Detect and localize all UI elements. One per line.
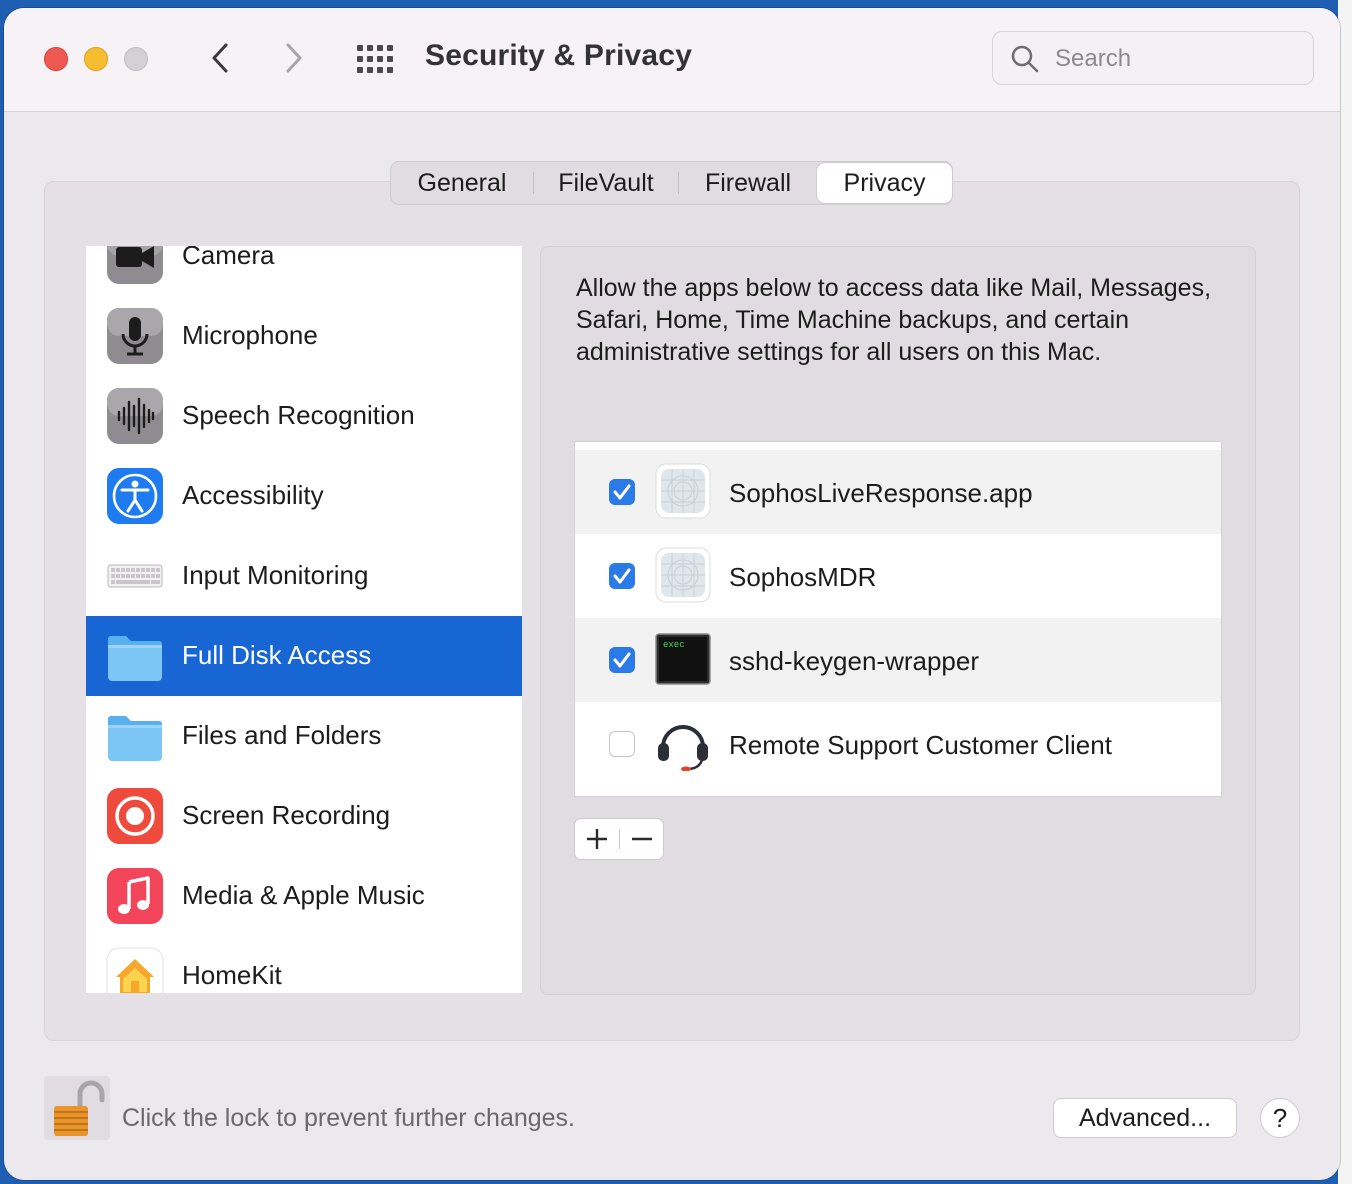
help-button[interactable]: ? xyxy=(1260,1098,1300,1138)
permission-description: Allow the apps below to access data like… xyxy=(576,274,1212,366)
minimize-button[interactable] xyxy=(84,47,108,71)
checkmark-icon xyxy=(613,484,631,500)
grid-icon xyxy=(357,45,393,73)
sidebar-item-media-apple-music[interactable]: Media & Apple Music xyxy=(86,856,522,936)
privacy-category-list[interactable]: Camera Microphone Speech Recognition Acc… xyxy=(86,246,522,993)
lock-status-text: Click the lock to prevent further change… xyxy=(122,1104,576,1132)
app-row-sophos-live-response[interactable]: SophosLiveResponse.app xyxy=(575,450,1221,534)
sidebar-item-full-disk-access[interactable]: Full Disk Access xyxy=(86,616,522,696)
app-checkbox[interactable] xyxy=(609,731,635,757)
terminal-exec-icon: exec xyxy=(655,633,711,685)
sidebar-item-label: Files and Folders xyxy=(182,720,382,750)
tab-bar: General FileVault Firewall Privacy xyxy=(390,161,953,205)
sidebar-item-label: Speech Recognition xyxy=(182,400,415,430)
headset-icon xyxy=(658,725,708,771)
app-name: sshd-keygen-wrapper xyxy=(729,646,980,676)
folder-icon xyxy=(108,716,162,761)
app-checkbox[interactable] xyxy=(609,647,635,673)
screen-recording-icon xyxy=(107,788,163,844)
sidebar-item-camera[interactable]: Camera xyxy=(86,246,522,296)
security-privacy-window: Security & Privacy General FileVault Fir… xyxy=(4,8,1340,1180)
sidebar-item-screen-recording[interactable]: Screen Recording xyxy=(86,776,522,856)
add-remove-control xyxy=(574,818,664,860)
tab-filevault[interactable]: FileVault xyxy=(534,163,678,203)
sidebar-item-label: Microphone xyxy=(182,320,318,350)
minus-icon xyxy=(632,837,652,841)
plus-icon xyxy=(587,829,607,849)
app-list[interactable]: SophosLiveResponse.app SophosMDR exec ss… xyxy=(574,441,1222,797)
show-all-button[interactable] xyxy=(356,44,394,74)
tab-privacy[interactable]: Privacy xyxy=(817,163,952,203)
tab-firewall[interactable]: Firewall xyxy=(679,163,817,203)
app-checkbox[interactable] xyxy=(609,563,635,589)
sidebar-item-accessibility[interactable]: Accessibility xyxy=(86,456,522,536)
sidebar-item-microphone[interactable]: Microphone xyxy=(86,296,522,376)
home-icon xyxy=(106,947,164,993)
sidebar-item-label: HomeKit xyxy=(182,960,282,990)
generic-app-icon xyxy=(655,547,711,603)
sidebar-item-input-monitoring[interactable]: Input Monitoring xyxy=(86,536,522,616)
title-bar: Security & Privacy xyxy=(4,8,1340,112)
back-button[interactable] xyxy=(200,38,240,78)
sidebar-item-files-and-folders[interactable]: Files and Folders xyxy=(86,696,522,776)
chevron-right-icon xyxy=(286,43,302,73)
sidebar-item-label: Input Monitoring xyxy=(182,560,369,590)
sidebar-item-speech-recognition[interactable]: Speech Recognition xyxy=(86,376,522,456)
microphone-icon xyxy=(107,308,163,364)
music-note-icon xyxy=(107,868,163,924)
background-window xyxy=(1338,0,1352,1184)
advanced-button[interactable]: Advanced... xyxy=(1053,1098,1237,1138)
sidebar-item-label: Media & Apple Music xyxy=(182,880,425,910)
sidebar-item-label: Camera xyxy=(182,246,275,270)
forward-button[interactable] xyxy=(274,38,314,78)
lock-button[interactable] xyxy=(44,1076,110,1140)
app-row-sshd-keygen-wrapper[interactable]: exec sshd-keygen-wrapper xyxy=(575,618,1221,702)
app-row-remote-support-customer-client[interactable]: Remote Support Customer Client xyxy=(575,702,1221,786)
app-row-sophos-mdr[interactable]: SophosMDR xyxy=(575,534,1221,618)
sidebar-item-label: Full Disk Access xyxy=(182,640,372,670)
app-name: SophosMDR xyxy=(729,562,877,592)
terminal-exec-label: exec xyxy=(663,640,685,650)
sidebar-item-label: Screen Recording xyxy=(182,800,391,830)
generic-app-icon xyxy=(655,463,711,519)
tab-general[interactable]: General xyxy=(391,163,533,203)
add-app-button[interactable] xyxy=(575,819,619,859)
waveform-icon xyxy=(107,388,163,444)
close-button[interactable] xyxy=(44,47,68,71)
keyboard-icon xyxy=(107,564,163,588)
app-name: Remote Support Customer Client xyxy=(729,730,1112,760)
sidebar-item-label: Accessibility xyxy=(182,480,324,510)
app-checkbox[interactable] xyxy=(609,479,635,505)
search-icon xyxy=(1011,45,1039,73)
window-title: Security & Privacy xyxy=(425,39,693,72)
remove-app-button[interactable] xyxy=(620,819,664,859)
folder-icon xyxy=(108,636,162,681)
accessibility-icon xyxy=(107,468,163,524)
zoom-button[interactable] xyxy=(124,47,148,71)
checkmark-icon xyxy=(613,568,631,584)
checkmark-icon xyxy=(613,652,631,668)
sidebar-item-homekit[interactable]: HomeKit xyxy=(86,936,522,993)
camera-icon xyxy=(107,246,163,284)
chevron-left-icon xyxy=(212,43,228,73)
app-name: SophosLiveResponse.app xyxy=(729,478,1033,508)
search-input[interactable] xyxy=(1053,42,1297,76)
search-field[interactable] xyxy=(992,31,1314,85)
unlocked-padlock-icon xyxy=(44,1076,110,1140)
